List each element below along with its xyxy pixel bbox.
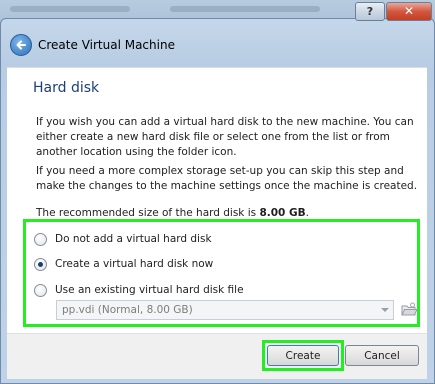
option-label: Do not add a virtual hard disk <box>55 233 212 245</box>
option-no-disk[interactable]: Do not add a virtual hard disk <box>34 231 212 247</box>
recommended-size-suffix: . <box>305 207 309 219</box>
option-create-disk[interactable]: Create a virtual hard disk now <box>34 256 213 272</box>
dialog-window: ? ✕ Create Virtual Machine Hard disk If … <box>0 0 435 384</box>
back-arrow-icon[interactable] <box>10 34 32 56</box>
recommended-size-prefix: The recommended size of the hard disk is <box>36 207 260 219</box>
description-paragraph: If you need a more complex storage set-u… <box>36 165 418 192</box>
radio-existing-disk[interactable] <box>34 283 47 297</box>
radio-no-disk[interactable] <box>34 232 47 246</box>
wizard-page: Hard disk If you wish you can add a virt… <box>7 67 427 334</box>
radio-create-disk[interactable] <box>34 257 47 271</box>
page-heading: Hard disk <box>33 80 100 96</box>
existing-disk-select[interactable]: pp.vdi (Normal, 8.00 GB) <box>56 300 394 320</box>
help-button[interactable]: ? <box>355 2 385 21</box>
close-button[interactable]: ✕ <box>386 2 432 21</box>
folder-open-icon[interactable] <box>400 301 418 319</box>
create-button[interactable]: Create <box>267 345 339 366</box>
option-existing-disk[interactable]: Use an existing virtual hard disk file <box>34 282 244 298</box>
recommended-size-text: The recommended size of the hard disk is… <box>36 207 309 219</box>
option-label: Use an existing virtual hard disk file <box>55 284 244 296</box>
chevron-down-icon <box>381 308 389 312</box>
cancel-button[interactable]: Cancel <box>345 345 419 366</box>
window-title: Create Virtual Machine <box>38 38 175 52</box>
description-paragraph: If you wish you can add a virtual hard d… <box>36 116 414 158</box>
option-label: Create a virtual hard disk now <box>55 258 214 270</box>
recommended-size-value: 8.00 GB <box>259 207 306 219</box>
select-value: pp.vdi (Normal, 8.00 GB) <box>62 304 193 316</box>
dialog-footer: Create Cancel <box>7 333 427 379</box>
